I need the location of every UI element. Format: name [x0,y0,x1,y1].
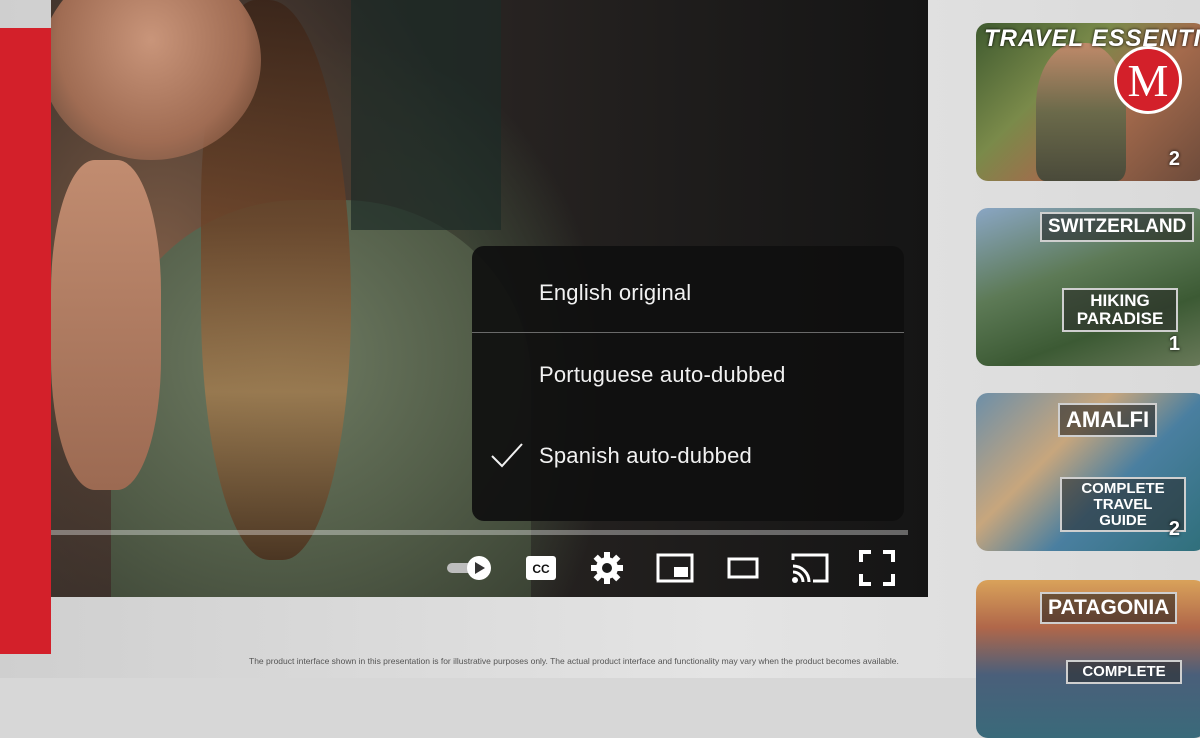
captions-button[interactable]: CC [524,548,558,588]
settings-button[interactable] [589,548,625,588]
miniplayer-button[interactable] [656,548,694,588]
thumbnail-amalfi[interactable]: AMALFI COMPLETE TRAVEL GUIDE 2 [976,393,1200,551]
cast-icon [791,553,829,583]
audio-track-spanish[interactable]: Spanish auto-dubbed [472,426,904,486]
settings-gear-icon [591,552,623,584]
thumbnail-switzerland[interactable]: SWITZERLAND HIKING PARADISE 1 [976,208,1200,366]
audio-track-menu: English original Portuguese auto-dubbed … [472,246,904,521]
thumbnail-subtitle: COMPLETE TRAVEL GUIDE [1060,477,1186,533]
thumbnail-subtitle: COMPLETE [1066,660,1182,684]
video-frame-hand [51,160,161,490]
thumbnail-person [1036,43,1126,181]
fullscreen-button[interactable] [858,548,896,588]
autoplay-toggle-icon [447,556,491,580]
thumbnail-title: PATAGONIA [1040,592,1178,624]
audio-track-label: English original [539,280,692,305]
video-progress-bar[interactable] [51,530,908,535]
disclaimer-text: The product interface shown in this pres… [249,656,899,666]
cast-button[interactable] [790,548,830,588]
thumbnail-duration: 2 [1168,148,1180,170]
fullscreen-icon [859,550,895,586]
checkmark-icon [491,443,523,468]
thumbnail-title: TRAVEL ESSENTI [984,25,1200,52]
menu-divider [472,332,904,333]
video-frame-background [351,0,501,230]
thumbnail-duration: 1 [1168,333,1180,355]
autoplay-toggle[interactable] [446,548,494,588]
captions-text: CC [532,562,550,576]
audio-track-english[interactable]: English original [472,263,904,323]
closed-captions-icon: CC [526,556,556,580]
thumbnail-title: SWITZERLAND [1040,212,1195,242]
thumbnail-patagonia[interactable]: PATAGONIA COMPLETE [976,580,1200,738]
red-accent-bar [0,28,51,654]
audio-track-portuguese[interactable]: Portuguese auto-dubbed [472,345,904,405]
milenio-logo: M [1114,46,1182,114]
audio-track-label: Portuguese auto-dubbed [539,362,786,387]
miniplayer-icon [656,553,694,583]
audio-track-label: Spanish auto-dubbed [539,443,752,468]
theater-mode-icon [727,557,759,579]
theater-mode-button[interactable] [726,548,760,588]
thumbnail-title: AMALFI [1058,403,1158,437]
thumbnail-subtitle: HIKING PARADISE [1062,288,1178,332]
thumbnail-duration: 2 [1168,518,1180,540]
